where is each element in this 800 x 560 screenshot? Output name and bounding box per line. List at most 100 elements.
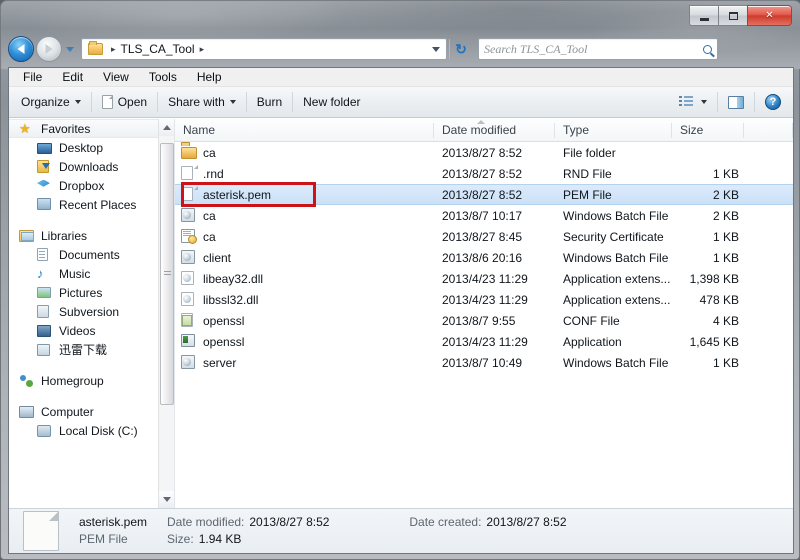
videos-icon-wrap <box>37 324 53 338</box>
menu-item-help[interactable]: Help <box>197 70 222 84</box>
sidebar-item-pictures[interactable]: Pictures <box>9 283 174 302</box>
column-header-size[interactable]: Size <box>672 119 744 142</box>
scrollbar-thumb[interactable] <box>160 143 174 405</box>
table-row[interactable]: openssl 2013/8/7 9:55 CONF File 4 KB <box>175 310 793 331</box>
details-size-label: Size: <box>167 532 194 546</box>
details-date-created-label: Date created: <box>409 515 482 529</box>
file-name-label: libssl32.dll <box>203 292 259 307</box>
minimize-button[interactable] <box>689 5 718 26</box>
search-icon <box>703 44 712 54</box>
sidebar-item-documents[interactable]: Documents <box>9 245 174 264</box>
sidebar-item-local-disk-c[interactable]: Local Disk (C:) <box>9 421 174 440</box>
back-button[interactable] <box>8 36 34 62</box>
details-date-modified-value: 2013/8/27 8:52 <box>249 515 330 529</box>
cell-date-modified: 2013/8/7 10:49 <box>442 355 523 370</box>
cell-date-modified: 2013/8/7 9:55 <box>442 313 516 328</box>
search-input[interactable]: Search TLS_CA_Tool <box>484 42 703 57</box>
views-list-icon[interactable] <box>679 95 693 109</box>
table-row[interactable]: libeay32.dll 2013/4/23 11:29 Application e… <box>175 268 793 289</box>
forward-button[interactable] <box>36 36 62 62</box>
close-icon: × <box>765 7 774 23</box>
sidebar-item-recent-places[interactable]: Recent Places <box>9 195 174 214</box>
maximize-button[interactable] <box>718 5 747 26</box>
music-icon-wrap: ♪ <box>37 266 53 281</box>
breadcrumb-separator-2[interactable]: ▸ <box>200 44 205 55</box>
downloads-icon-wrap <box>37 159 53 174</box>
sidebar-item-subversion[interactable]: Subversion <box>9 302 174 321</box>
blank-file-icon-wrap <box>181 166 197 181</box>
column-header-date-modified[interactable]: Date modified <box>434 119 555 142</box>
open-button[interactable]: Open <box>101 95 147 109</box>
share-with-button[interactable]: Share with <box>168 95 236 109</box>
navigation-pane-scrollbar[interactable] <box>158 119 174 508</box>
preview-pane-icon[interactable] <box>728 95 744 109</box>
sidebar-item-videos[interactable]: Videos <box>9 321 174 340</box>
disk-icon-wrap <box>37 424 53 438</box>
organize-button[interactable]: Organize <box>21 95 81 109</box>
menu-item-view[interactable]: View <box>103 70 129 84</box>
chevron-down-icon <box>163 497 171 502</box>
chevron-down-icon[interactable] <box>432 46 440 52</box>
homegroup-icon <box>19 374 33 387</box>
table-row[interactable]: asterisk.pem 2013/8/27 8:52 PEM File 2 KB <box>175 184 793 205</box>
table-row[interactable]: server 2013/8/7 10:49 Windows Batch File 1 … <box>175 352 793 373</box>
menu-item-tools[interactable]: Tools <box>149 70 177 84</box>
scroll-down-button[interactable] <box>159 491 174 508</box>
close-button[interactable]: × <box>747 5 792 26</box>
table-row[interactable]: ca 2013/8/27 8:45 Security Certificate 1 KB <box>175 226 793 247</box>
batch-file-icon-wrap <box>181 355 197 370</box>
help-icon[interactable]: ? <box>765 94 781 110</box>
cell-size: 1 KB <box>712 166 739 181</box>
new-folder-button[interactable]: New folder <box>303 95 360 109</box>
sidebar-item-homegroup[interactable]: Homegroup <box>9 371 174 390</box>
details-line-2: PEM File Size: 1.94 KB <box>79 531 567 548</box>
column-header-type[interactable]: Type <box>555 119 672 142</box>
sidebar-item-computer[interactable]: Computer <box>9 402 174 421</box>
table-row[interactable]: ca 2013/8/27 8:52 File folder <box>175 142 793 163</box>
sidebar-item-music[interactable]: ♪ Music <box>9 264 174 283</box>
table-row[interactable]: .rnd 2013/8/27 8:52 RND File 1 KB <box>175 163 793 184</box>
body: ★ Favorites Desktop Downloads Dropbox Recent … <box>9 119 793 508</box>
sidebar-item-label: Pictures <box>59 285 103 300</box>
sidebar-item-favorites[interactable]: ★ Favorites <box>9 119 174 138</box>
file-name-label: asterisk.pem <box>203 187 272 202</box>
sidebar-item-downloads[interactable]: Downloads <box>9 157 174 176</box>
conf-file-icon <box>181 313 193 327</box>
cell-size: 4 KB <box>712 313 739 328</box>
scroll-up-button[interactable] <box>159 119 174 136</box>
breadcrumb-separator-1[interactable]: ▸ <box>111 44 116 55</box>
cell-type: RND File <box>563 166 612 181</box>
table-row[interactable]: openssl 2013/4/23 11:29 Application 1,645 K… <box>175 331 793 352</box>
menu-item-file[interactable]: File <box>23 70 42 84</box>
cell-date-modified: 2013/8/27 8:52 <box>442 187 523 202</box>
chevron-down-icon <box>74 100 81 104</box>
sidebar-item-libraries[interactable]: Libraries <box>9 226 174 245</box>
cell-size: 1,398 KB <box>689 271 739 286</box>
details-pane: asterisk.pem Date modified: 2013/8/27 8:… <box>9 508 793 553</box>
column-header-name[interactable]: Name <box>175 119 434 142</box>
table-row[interactable]: client 2013/8/6 20:16 Windows Batch File 1 … <box>175 247 793 268</box>
navigation-group-gap <box>9 214 174 226</box>
sidebar-item-desktop[interactable]: Desktop <box>9 138 174 157</box>
desktop-icon <box>37 142 52 154</box>
downloads-icon <box>37 159 49 173</box>
views-chevron-down-icon[interactable] <box>701 100 707 104</box>
table-row[interactable]: ca 2013/8/7 10:17 Windows Batch File 2 KB <box>175 205 793 226</box>
cell-name: openssl <box>175 334 434 349</box>
search-box[interactable]: Search TLS_CA_Tool <box>478 38 718 60</box>
menu-item-edit[interactable]: Edit <box>62 70 83 84</box>
refresh-button[interactable]: ↻ <box>450 38 472 60</box>
sidebar-item-dropbox[interactable]: Dropbox <box>9 176 174 195</box>
breadcrumb-segment-tls-ca-tool[interactable]: TLS_CA_Tool <box>121 42 195 56</box>
burn-button[interactable]: Burn <box>257 95 282 109</box>
homegroup-icon-wrap <box>19 374 35 388</box>
batch-file-icon <box>181 208 195 222</box>
sidebar-item-[interactable]: 迅雷下载 <box>9 340 174 359</box>
cell-type: PEM File <box>563 187 612 202</box>
recent-pages-caret-icon[interactable] <box>66 46 74 52</box>
dll-icon <box>181 271 194 285</box>
address-bar[interactable]: ▸ TLS_CA_Tool ▸ <box>81 38 447 60</box>
batch-file-icon-wrap <box>181 208 197 223</box>
subversion-icon-wrap <box>37 304 53 319</box>
table-row[interactable]: libssl32.dll 2013/4/23 11:29 Application e… <box>175 289 793 310</box>
